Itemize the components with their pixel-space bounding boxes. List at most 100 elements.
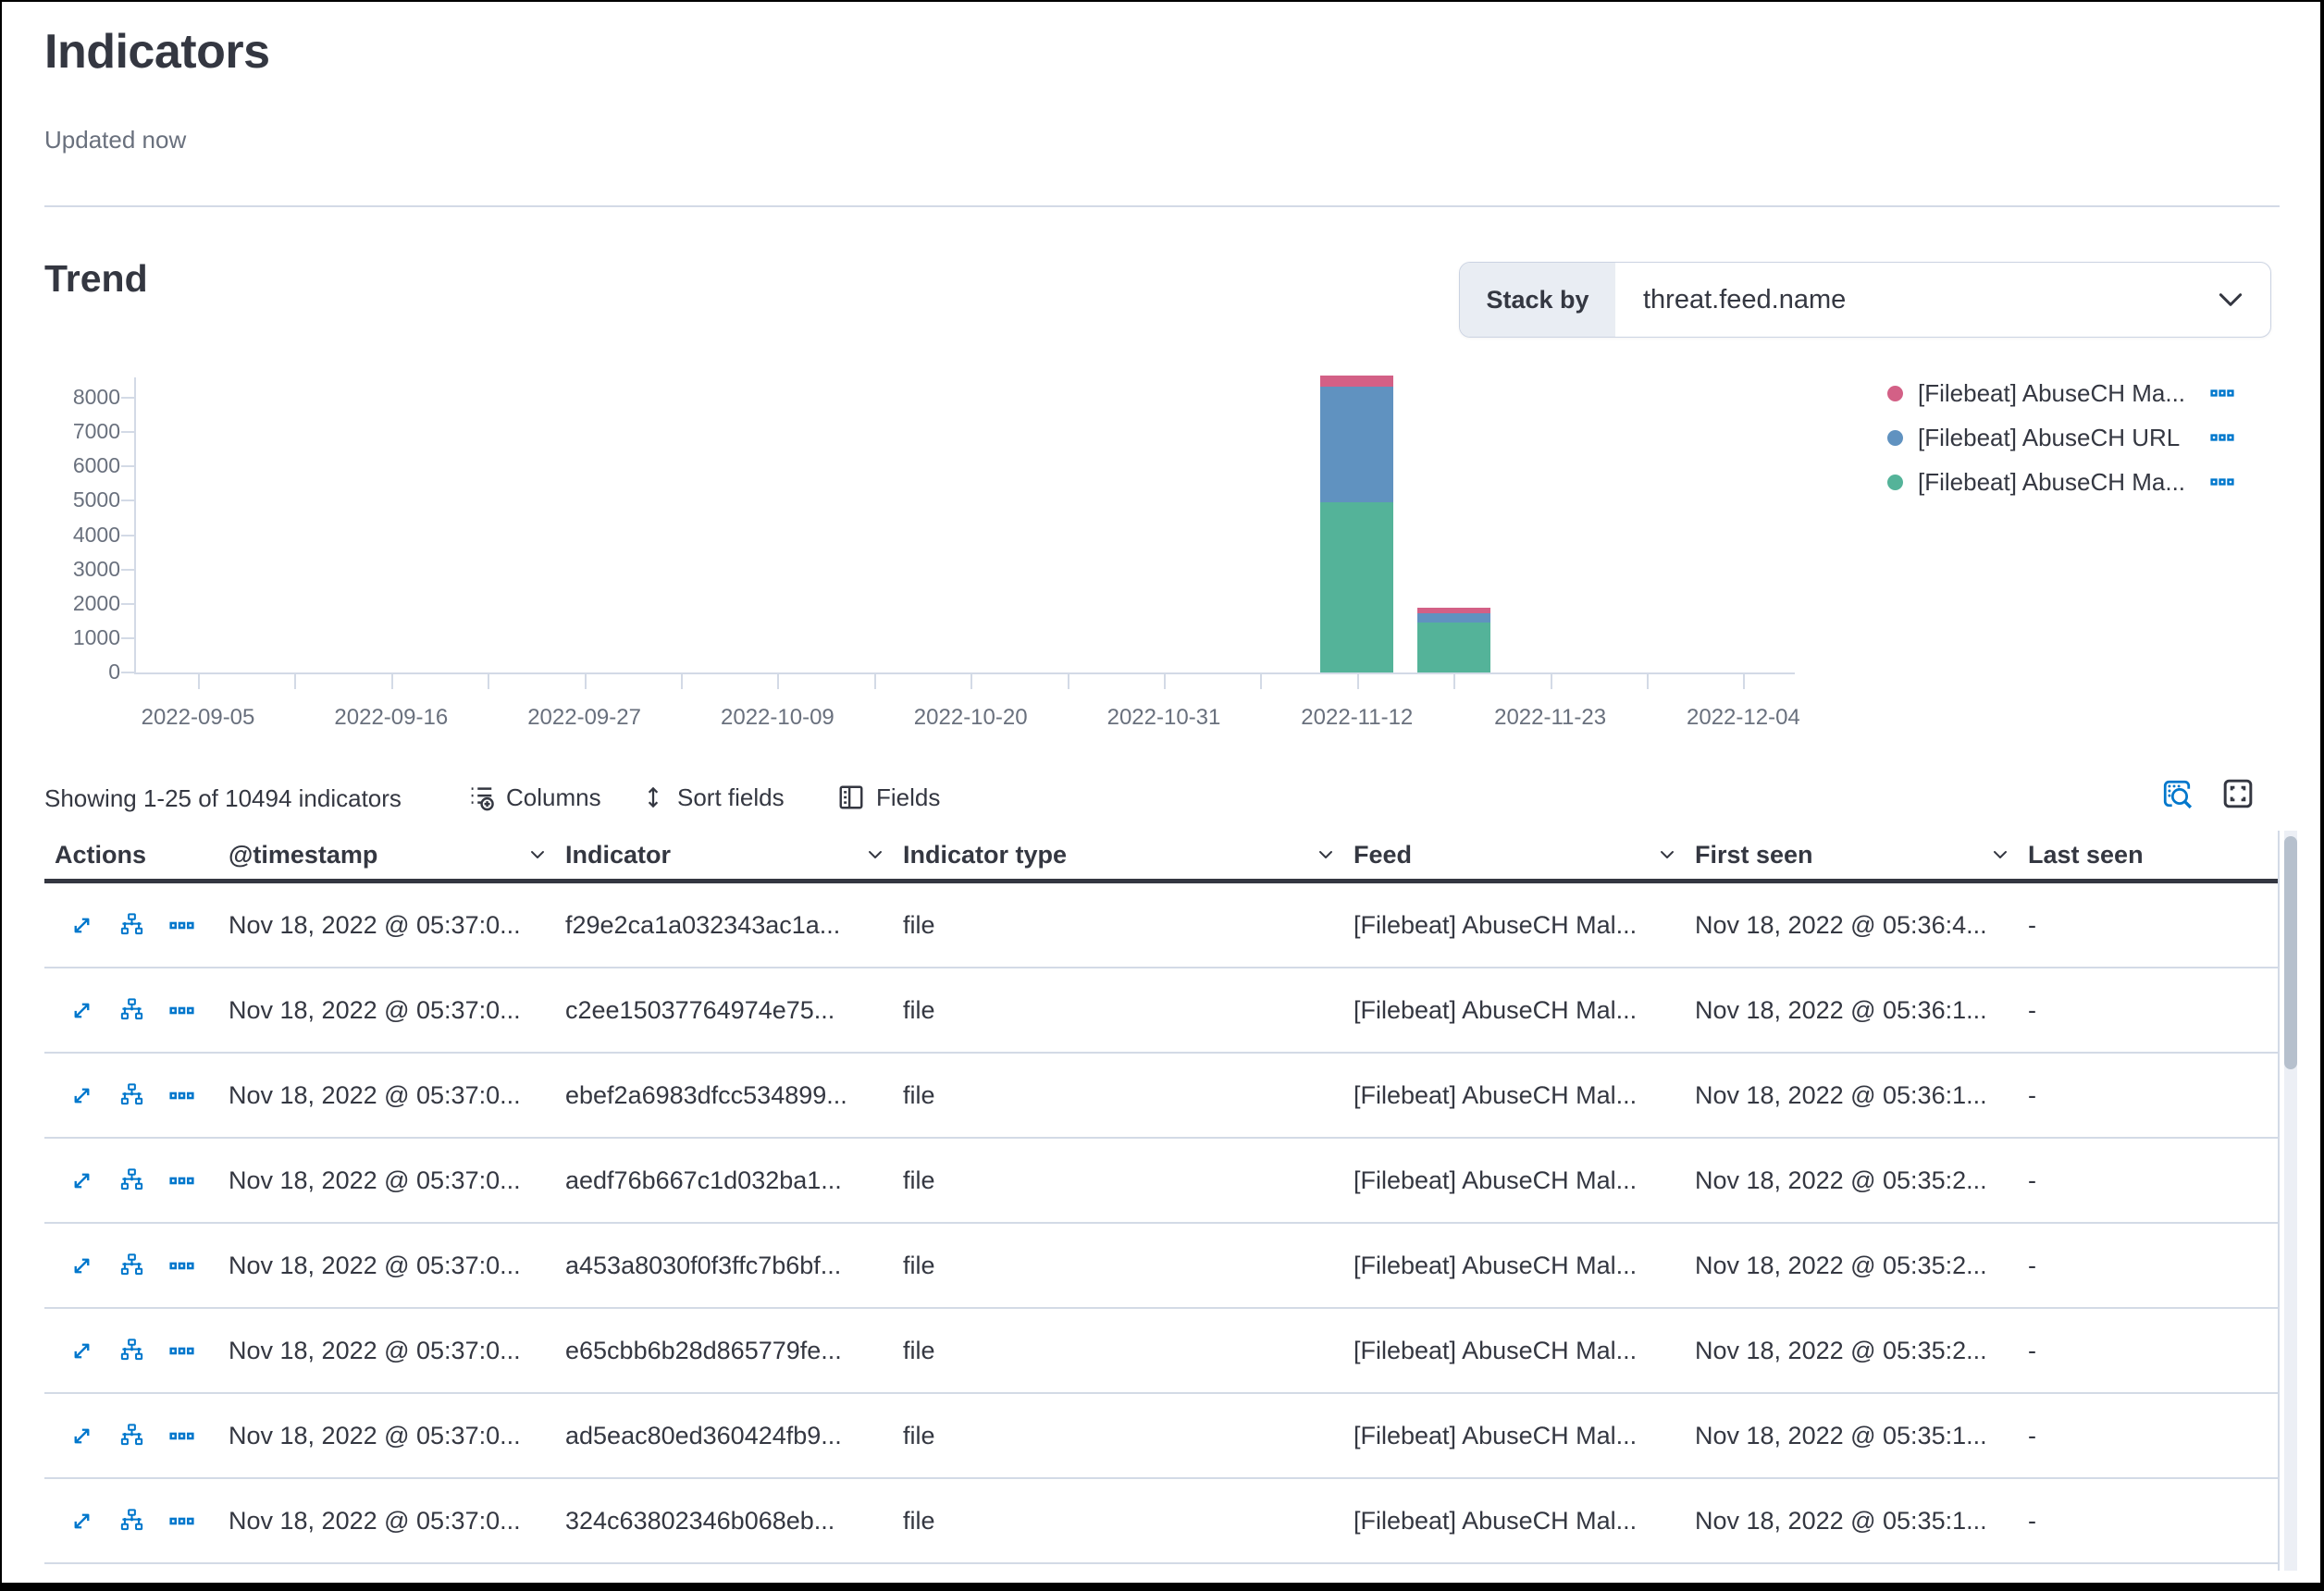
stack-by-select[interactable]: Stack by threat.feed.name xyxy=(1459,262,2271,338)
table-scrollbar-thumb[interactable] xyxy=(2284,836,2297,1069)
feed-cell: [Filebeat] AbuseCH Mal... xyxy=(1354,1224,1695,1307)
column-header-feed[interactable]: Feed xyxy=(1354,831,1695,879)
row-actions-cell xyxy=(44,1139,229,1222)
open-details-button[interactable] xyxy=(69,1424,94,1449)
legend-item[interactable]: [Filebeat] AbuseCH Ma... xyxy=(1887,376,2281,410)
bar-segment[interactable] xyxy=(1417,608,1490,613)
open-details-button[interactable] xyxy=(69,1168,94,1193)
bar-segment[interactable] xyxy=(1417,613,1490,623)
more-actions-button[interactable] xyxy=(169,913,194,938)
investigate-timeline-icon xyxy=(119,1338,144,1363)
open-details-button[interactable] xyxy=(69,1253,94,1278)
chevron-down-icon[interactable] xyxy=(1656,844,1678,866)
legend-item[interactable]: [Filebeat] AbuseCH URL xyxy=(1887,421,2281,454)
open-details-button[interactable] xyxy=(69,1509,94,1534)
bar-segment[interactable] xyxy=(1417,623,1490,672)
y-axis-tick-label: 6000 xyxy=(35,453,120,478)
last-seen-cell: - xyxy=(2028,1224,2278,1307)
investigate-in-timeline-button[interactable] xyxy=(119,1338,144,1363)
columns-button-label: Columns xyxy=(506,783,601,812)
last-seen-cell: - xyxy=(2028,1054,2278,1137)
columns-button[interactable]: Columns xyxy=(467,779,601,816)
column-header-label: Last seen xyxy=(2028,841,2144,870)
investigate-in-timeline-button[interactable] xyxy=(119,913,144,938)
first-seen-cell: Nov 18, 2022 @ 05:35:1... xyxy=(1695,1479,2028,1562)
feed-cell: [Filebeat] AbuseCH Mal... xyxy=(1354,1479,1695,1562)
more-actions-button[interactable] xyxy=(169,1338,194,1363)
fields-button-label: Fields xyxy=(876,783,940,812)
row-actions-cell xyxy=(44,1309,229,1392)
chevron-down-icon[interactable] xyxy=(526,844,549,866)
timestamp-cell: Nov 18, 2022 @ 05:37:0... xyxy=(229,1054,565,1137)
more-actions-button[interactable] xyxy=(169,1168,194,1193)
timestamp-cell: Nov 18, 2022 @ 05:37:0... xyxy=(229,1479,565,1562)
fullscreen-button[interactable] xyxy=(2222,778,2254,809)
expand-icon xyxy=(69,998,94,1023)
column-header-first-seen[interactable]: First seen xyxy=(1695,831,2028,879)
indicator-type-cell: file xyxy=(903,883,1354,967)
more-actions-button[interactable] xyxy=(169,1424,194,1449)
bar-segment[interactable] xyxy=(1320,387,1393,502)
open-details-button[interactable] xyxy=(69,998,94,1023)
boxes-horizontal-icon xyxy=(2210,470,2234,494)
stack-by-value: threat.feed.name xyxy=(1615,263,2215,337)
table-row: Nov 18, 2022 @ 05:37:0...324c63802346b06… xyxy=(44,1479,2278,1564)
indicator-type-cell: file xyxy=(903,1224,1354,1307)
column-header--timestamp[interactable]: @timestamp xyxy=(229,831,565,879)
investigate-in-timeline-button[interactable] xyxy=(119,998,144,1023)
column-header-label: Actions xyxy=(55,841,146,870)
chevron-down-icon[interactable] xyxy=(1989,844,2011,866)
open-details-button[interactable] xyxy=(69,913,94,938)
chevron-down-icon[interactable] xyxy=(864,844,886,866)
more-actions-button[interactable] xyxy=(169,1253,194,1278)
column-header-indicator[interactable]: Indicator xyxy=(565,831,903,879)
open-details-button[interactable] xyxy=(69,1083,94,1108)
boxes-horizontal-icon xyxy=(2210,426,2234,450)
investigate-in-timeline-button[interactable] xyxy=(119,1083,144,1108)
fields-button[interactable]: Fields xyxy=(837,779,940,816)
column-header-indicator-type[interactable]: Indicator type xyxy=(903,831,1354,879)
last-seen-cell: - xyxy=(2028,883,2278,967)
inspect-button[interactable] xyxy=(2161,778,2193,809)
legend-more-actions-button[interactable] xyxy=(2210,381,2234,405)
y-axis-tick-label: 4000 xyxy=(35,523,120,548)
chevron-down-icon[interactable] xyxy=(1315,844,1337,866)
open-details-button[interactable] xyxy=(69,1338,94,1363)
bar-segment[interactable] xyxy=(1320,502,1393,672)
table-of-contents-icon xyxy=(837,783,865,811)
sort-fields-button[interactable]: Sort fields xyxy=(640,779,785,816)
investigate-in-timeline-button[interactable] xyxy=(119,1168,144,1193)
sortable-arrows-icon xyxy=(640,784,666,810)
more-actions-button[interactable] xyxy=(169,998,194,1023)
column-header-label: Indicator type xyxy=(903,841,1067,870)
last-seen-cell: - xyxy=(2028,1309,2278,1392)
investigate-in-timeline-button[interactable] xyxy=(119,1253,144,1278)
expand-icon xyxy=(69,1083,94,1108)
indicator-type-cell: file xyxy=(903,1054,1354,1137)
last-seen-cell: - xyxy=(2028,1139,2278,1222)
legend-item[interactable]: [Filebeat] AbuseCH Ma... xyxy=(1887,465,2281,499)
timestamp-cell: Nov 18, 2022 @ 05:37:0... xyxy=(229,1309,565,1392)
bar-segment[interactable] xyxy=(1320,376,1393,387)
investigate-in-timeline-button[interactable] xyxy=(119,1509,144,1534)
x-axis-tick-label: 2022-10-20 xyxy=(887,705,1054,731)
updated-status: Updated now xyxy=(44,126,186,154)
table-row: Nov 18, 2022 @ 05:37:0...a453a8030f0f3ff… xyxy=(44,1224,2278,1309)
more-actions-button[interactable] xyxy=(169,1083,194,1108)
x-axis-tick-label: 2022-09-27 xyxy=(501,705,668,731)
y-axis-tick-label: 1000 xyxy=(35,625,120,650)
indicator-type-cell: file xyxy=(903,1394,1354,1477)
stack-by-label: Stack by xyxy=(1460,263,1615,337)
y-axis-tick-label: 2000 xyxy=(35,591,120,616)
more-actions-button[interactable] xyxy=(169,1509,194,1534)
sort-fields-button-label: Sort fields xyxy=(677,783,785,812)
legend-more-actions-button[interactable] xyxy=(2210,470,2234,494)
indicator-cell: aedf76b667c1d032ba1... xyxy=(565,1139,903,1222)
x-axis-tick-label: 2022-11-12 xyxy=(1274,705,1440,731)
feed-cell: [Filebeat] AbuseCH Mal... xyxy=(1354,1309,1695,1392)
legend-more-actions-button[interactable] xyxy=(2210,426,2234,450)
timestamp-cell: Nov 18, 2022 @ 05:37:0... xyxy=(229,968,565,1052)
feed-cell: [Filebeat] AbuseCH Mal... xyxy=(1354,883,1695,967)
investigate-in-timeline-button[interactable] xyxy=(119,1424,144,1449)
list-add-icon xyxy=(467,783,495,811)
